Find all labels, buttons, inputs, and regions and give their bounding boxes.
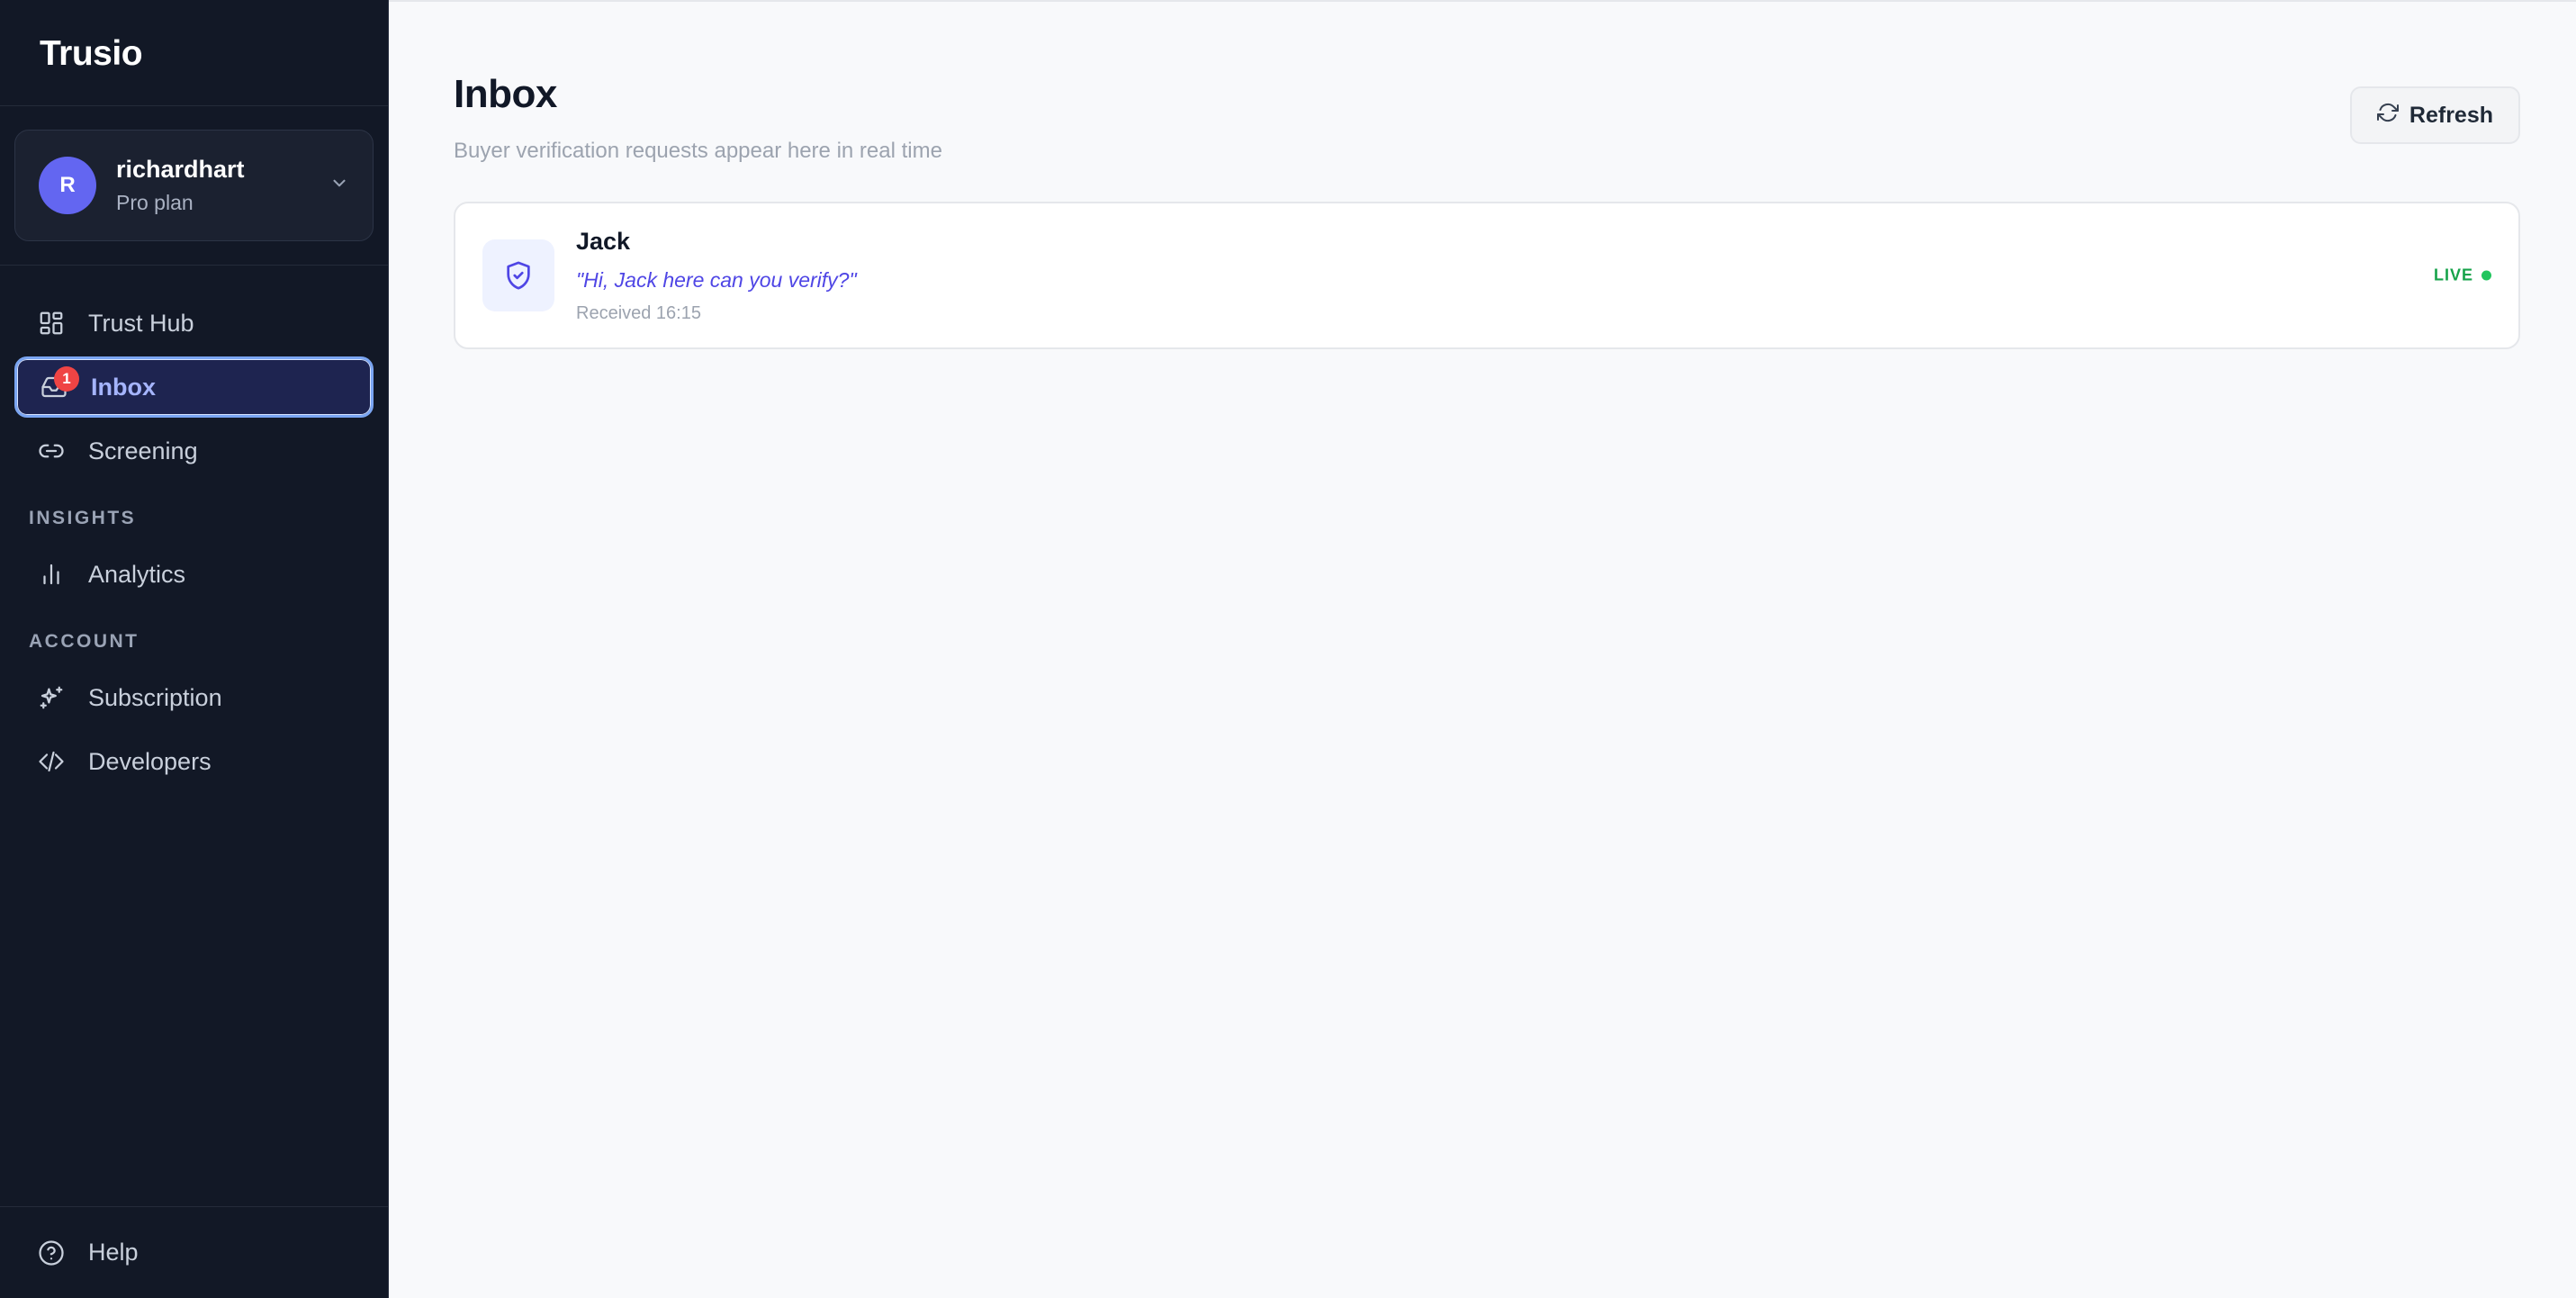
sidebar-item-help[interactable]: Help <box>14 1222 374 1284</box>
inbox-count-badge: 1 <box>54 366 79 392</box>
sidebar-item-inbox[interactable]: 1 Inbox <box>14 356 374 418</box>
help-circle-icon <box>36 1238 67 1268</box>
live-label: LIVE <box>2433 266 2473 284</box>
page-header: Inbox Buyer verification requests appear… <box>454 2 2520 164</box>
sidebar-nav: Trust Hub 1 Inbox Screening INSIGHTS Ana… <box>0 266 388 795</box>
sidebar-item-label: Subscription <box>88 683 222 711</box>
account-info: richardhart Pro plan <box>116 156 245 215</box>
account-username: richardhart <box>116 156 245 183</box>
request-message: "Hi, Jack here can you verify?" <box>576 267 857 292</box>
request-list: Jack "Hi, Jack here can you verify?" Rec… <box>454 202 2520 349</box>
section-label-insights: INSIGHTS <box>29 508 137 528</box>
request-body: Jack "Hi, Jack here can you verify?" Rec… <box>576 228 857 324</box>
chevron-down-icon <box>329 174 349 198</box>
refresh-button[interactable]: Refresh <box>2349 86 2520 144</box>
sidebar-item-label: Analytics <box>88 560 186 588</box>
requester-name: Jack <box>576 227 631 255</box>
request-timestamp: Received 16:15 <box>576 302 701 323</box>
sparkles-icon <box>36 682 67 713</box>
shield-check-icon <box>482 239 554 311</box>
sidebar-item-trust-hub[interactable]: Trust Hub <box>14 293 374 354</box>
avatar: R <box>39 157 96 214</box>
account-plan: Pro plan <box>116 191 194 214</box>
page-subtitle: Buyer verification requests appear here … <box>454 139 942 163</box>
refresh-icon <box>2376 102 2399 130</box>
sidebar-item-screening[interactable]: Screening <box>14 420 374 482</box>
sidebar-item-label: Screening <box>88 437 198 464</box>
grid-icon <box>36 308 67 338</box>
account-switcher[interactable]: R richardhart Pro plan <box>14 130 374 241</box>
link-icon <box>36 436 67 466</box>
sidebar-item-label: Inbox <box>91 373 156 401</box>
sidebar-item-label: Trust Hub <box>88 309 194 337</box>
brand-logo[interactable]: Trusio <box>40 34 348 74</box>
refresh-label: Refresh <box>2409 102 2493 128</box>
main-content: Inbox Buyer verification requests appear… <box>389 0 2576 1298</box>
sidebar-footer: Help <box>0 1206 388 1298</box>
page-heading: Inbox Buyer verification requests appear… <box>454 72 942 164</box>
sidebar-item-developers[interactable]: Developers <box>14 731 374 792</box>
live-status: LIVE <box>2434 266 2491 285</box>
account-section: R richardhart Pro plan <box>0 106 388 266</box>
live-dot-icon <box>2481 270 2491 281</box>
sidebar-item-subscription[interactable]: Subscription <box>14 667 374 728</box>
bar-chart-icon <box>36 559 67 590</box>
sidebar: Trusio R richardhart Pro plan Trust Hub <box>0 0 389 1298</box>
brand-header: Trusio <box>0 0 388 106</box>
sidebar-item-analytics[interactable]: Analytics <box>14 544 374 605</box>
list-item[interactable]: Jack "Hi, Jack here can you verify?" Rec… <box>454 202 2520 349</box>
sidebar-item-label: Help <box>88 1239 139 1266</box>
code-icon <box>36 746 67 777</box>
page-title: Inbox <box>454 72 557 116</box>
sidebar-item-label: Developers <box>88 747 212 775</box>
section-label-account: ACCOUNT <box>29 631 140 652</box>
app-shell: Trusio R richardhart Pro plan Trust Hub <box>0 0 2576 1298</box>
